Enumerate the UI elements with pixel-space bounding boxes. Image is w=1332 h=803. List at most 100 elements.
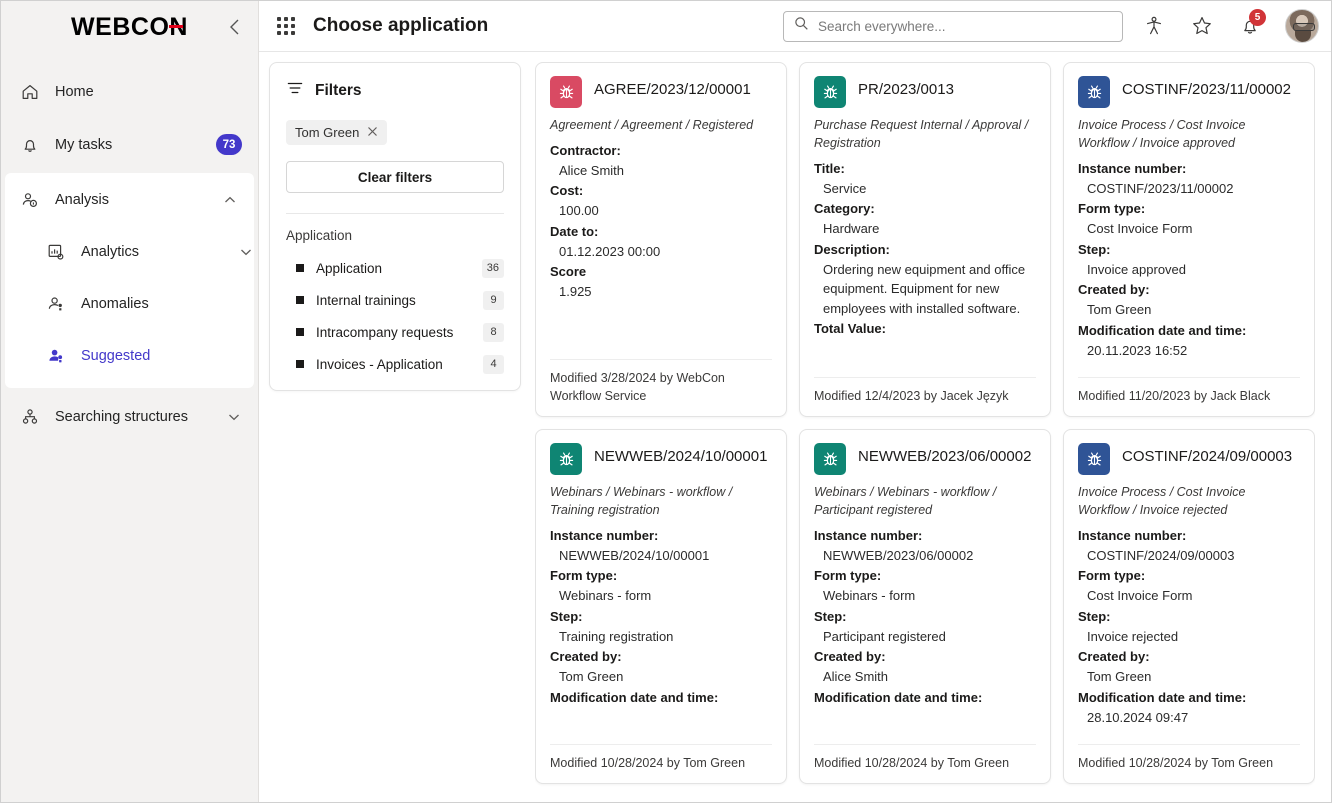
sidebar-nav: Home My tasks 73 Analysis Analytics Anom…	[1, 53, 258, 443]
app-window: WEBCON Home My tasks 73	[0, 0, 1332, 803]
field-value: Tom Green	[1087, 669, 1152, 685]
filters-divider	[286, 213, 504, 214]
facet-item[interactable]: Application 36	[286, 252, 504, 284]
analytics-icon	[45, 242, 67, 262]
card-fields: Title: Service Category: Hardware Descriptio…	[814, 158, 1036, 377]
field-label: Step:	[550, 608, 583, 624]
topbar: Choose application Search everywhere... …	[259, 1, 1331, 52]
card-type-icon	[814, 76, 846, 108]
card-fields: Instance number: NEWWEB/2023/06/00002 Form…	[814, 525, 1036, 744]
logo-row: WEBCON	[1, 1, 258, 53]
logo-text-2: O	[149, 12, 170, 41]
card-modified-info: Modified 10/28/2024 by Tom Green	[814, 743, 1036, 783]
card-title: COSTINF/2023/11/00002	[1122, 81, 1291, 98]
card-modified-info: Modified 3/28/2024 by WebCon Workflow Se…	[550, 358, 772, 416]
field-value: NEWWEB/2024/10/00001	[559, 547, 710, 563]
notifications-button[interactable]: 5	[1233, 9, 1267, 43]
clear-filters-button[interactable]: Clear filters	[286, 161, 504, 193]
filters-panel: Filters Tom Green Clear filters Applicat…	[269, 62, 521, 391]
cards-grid: AGREE/2023/12/00001 Agreement / Agreement…	[535, 62, 1315, 802]
instance-card[interactable]: AGREE/2023/12/00001 Agreement / Agreement…	[535, 62, 787, 417]
collapse-sidebar-button[interactable]	[220, 13, 248, 41]
bell-icon	[19, 135, 41, 155]
accessibility-icon	[1147, 16, 1161, 35]
card-type-icon	[1078, 443, 1110, 475]
card-header: COSTINF/2023/11/00002	[1078, 76, 1300, 108]
page-title: Choose application	[313, 15, 489, 36]
facet-item[interactable]: Intracompany requests 8	[286, 316, 504, 348]
sidebar-item-analysis[interactable]: Analysis	[5, 173, 254, 226]
app-launcher-icon[interactable]	[273, 13, 299, 39]
sidebar-item-analytics[interactable]: Analytics	[5, 226, 254, 278]
field-value: 100.00	[559, 203, 599, 219]
close-icon[interactable]	[367, 126, 378, 139]
logo-o-with-dash: O	[149, 12, 184, 42]
field-value: Alice Smith	[559, 162, 625, 178]
facet-item[interactable]: Internal trainings 9	[286, 284, 504, 316]
sidebar-item-searching-structures[interactable]: Searching structures	[1, 390, 258, 443]
facet-count: 8	[483, 322, 504, 342]
sidebar-item-label: Analytics	[81, 244, 140, 260]
webcon-logo[interactable]: WEBCON	[71, 13, 188, 42]
card-modified-info: Modified 10/28/2024 by Tom Green	[550, 743, 772, 783]
bug-icon	[559, 84, 573, 98]
search-box[interactable]	[783, 10, 1123, 42]
card-modified-info: Modified 12/4/2023 by Jacek Język	[814, 376, 1036, 416]
sidebar-item-suggested[interactable]: Suggested	[5, 330, 254, 382]
sidebar-item-home[interactable]: Home	[1, 65, 258, 118]
field-label: Description:	[814, 241, 890, 257]
instance-card[interactable]: NEWWEB/2024/10/00001 Webinars / Webinars …	[535, 429, 787, 784]
field-label: Date to:	[550, 223, 599, 239]
filters-title: Filters	[315, 81, 362, 99]
square-bullet-icon	[296, 328, 304, 336]
favorites-button[interactable]	[1185, 9, 1219, 43]
field-label: Form type:	[550, 568, 618, 584]
card-header: AGREE/2023/12/00001	[550, 76, 772, 108]
search-input[interactable]	[818, 18, 1112, 34]
instance-card[interactable]: COSTINF/2023/11/00002 Invoice Process / C…	[1063, 62, 1315, 417]
sidebar-item-label: Searching structures	[55, 408, 188, 425]
bug-icon	[1087, 84, 1101, 98]
field-label: Created by:	[1078, 649, 1150, 665]
card-breadcrumb: Invoice Process / Cost Invoice Workflow …	[1078, 118, 1246, 150]
chevron-down-icon[interactable]	[226, 409, 242, 425]
field-label: Instance number:	[814, 527, 923, 543]
field-label: Form type:	[814, 568, 882, 584]
card-type-icon	[550, 443, 582, 475]
card-fields: Contractor: Alice Smith Cost: 100.00 Date to…	[550, 140, 772, 359]
person-info-icon	[19, 190, 41, 210]
accessibility-button[interactable]	[1137, 9, 1171, 43]
sidebar-item-label: Suggested	[81, 348, 151, 364]
sidebar-item-my-tasks[interactable]: My tasks 73	[1, 118, 258, 171]
field-value: Hardware	[823, 221, 880, 237]
square-bullet-icon	[296, 264, 304, 272]
field-value: 1.925	[559, 284, 592, 300]
field-value: Tom Green	[559, 669, 624, 685]
filter-chip-tom-green[interactable]: Tom Green	[286, 120, 388, 145]
field-value: NEWWEB/2023/06/00002	[823, 547, 974, 563]
field-label: Cost:	[550, 183, 584, 199]
sidebar: WEBCON Home My tasks 73	[1, 1, 259, 802]
square-bullet-icon	[296, 360, 304, 368]
card-header: NEWWEB/2023/06/00002	[814, 443, 1036, 475]
sidebar-item-anomalies[interactable]: Anomalies	[5, 278, 254, 330]
field-label: Step:	[1078, 608, 1111, 624]
search-icon	[794, 16, 809, 36]
chevron-up-icon[interactable]	[222, 192, 238, 208]
avatar[interactable]	[1285, 9, 1319, 43]
field-value: 01.12.2023 00:00	[559, 243, 661, 259]
facet-count: 4	[483, 354, 504, 374]
filters-header: Filters	[286, 79, 504, 102]
instance-card[interactable]: NEWWEB/2023/06/00002 Webinars / Webinars …	[799, 429, 1051, 784]
instance-card[interactable]: COSTINF/2024/09/00003 Invoice Process / C…	[1063, 429, 1315, 784]
card-breadcrumb: Webinars / Webinars - workflow / Partici…	[814, 485, 997, 517]
card-title: NEWWEB/2024/10/00001	[594, 448, 768, 465]
content-area: Filters Tom Green Clear filters Applicat…	[259, 52, 1331, 802]
card-breadcrumb: Invoice Process / Cost Invoice Workflow …	[1078, 485, 1246, 517]
instance-card[interactable]: PR/2023/0013 Purchase Request Internal / …	[799, 62, 1051, 417]
card-header: COSTINF/2024/09/00003	[1078, 443, 1300, 475]
chevron-down-icon[interactable]	[238, 244, 254, 260]
facet-label: Invoices - Application	[316, 356, 443, 372]
sidebar-item-label: My tasks	[55, 136, 113, 153]
facet-item[interactable]: Invoices - Application 4	[286, 348, 504, 380]
